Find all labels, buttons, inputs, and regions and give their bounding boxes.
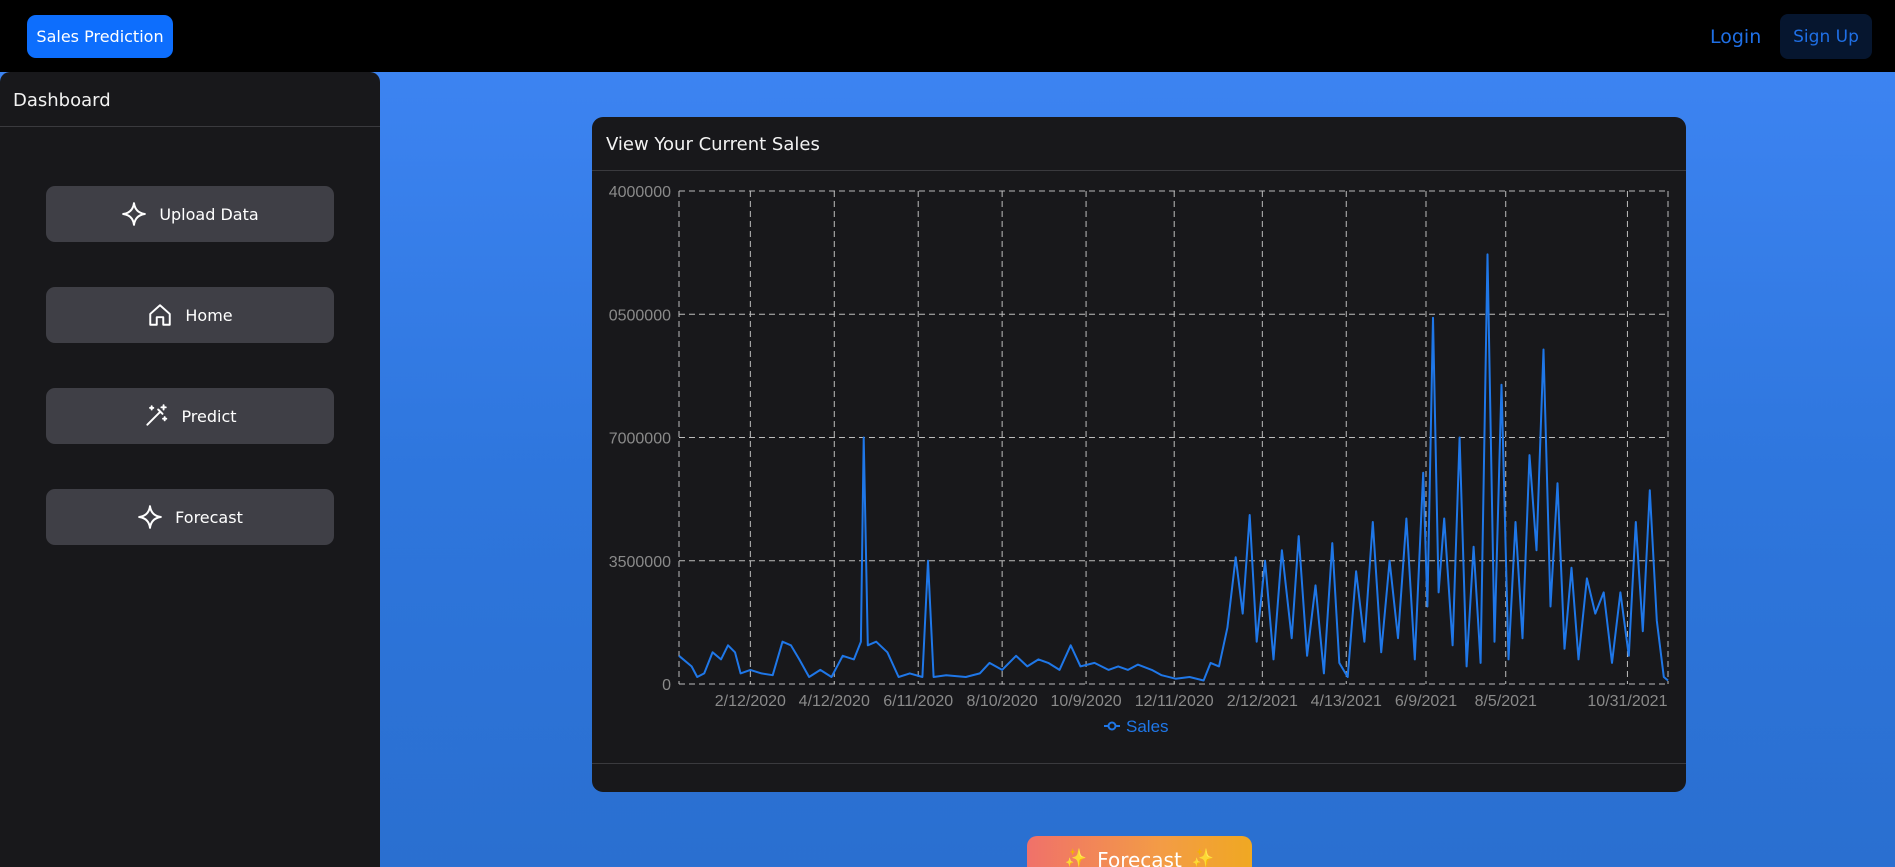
sparkles-icon: ✨: [1064, 848, 1088, 867]
predict-label: Predict: [181, 406, 237, 426]
home-button[interactable]: Home: [46, 287, 334, 343]
signup-button[interactable]: Sign Up: [1780, 14, 1872, 59]
y-tick-label: 3500000: [609, 554, 671, 571]
y-tick-label: 0: [662, 677, 671, 694]
predict-button[interactable]: Predict: [46, 388, 334, 444]
upload-data-button[interactable]: Upload Data: [46, 186, 334, 242]
x-tick-label: 4/13/2021: [1311, 693, 1382, 710]
y-tick-label: 0500000: [609, 307, 671, 324]
sales-chart-card: View Your Current Sales 0 3500000 7000000 0…: [592, 117, 1686, 792]
brand-button[interactable]: Sales Prediction: [27, 15, 173, 58]
sparkle-icon: [138, 505, 162, 529]
x-tick-label: 2/12/2020: [715, 693, 786, 710]
forecast-button-label: Forecast: [1097, 848, 1182, 867]
card-footer-divider: [592, 763, 1686, 764]
x-tick-label: 6/9/2021: [1395, 693, 1457, 710]
forecast-button[interactable]: ✨ Forecast ✨: [1027, 836, 1252, 867]
legend-swatch-marker: [1107, 721, 1117, 731]
upload-data-label: Upload Data: [159, 204, 259, 224]
x-tick-label: 8/5/2021: [1475, 693, 1537, 710]
home-icon: [149, 304, 172, 326]
x-tick-label: 4/12/2020: [799, 693, 870, 710]
sparkles-icon: ✨: [1191, 848, 1215, 867]
x-tick-label: 6/11/2020: [883, 693, 953, 710]
sales-series-line: [678, 253, 1669, 682]
x-tick-label: 12/11/2020: [1135, 693, 1214, 710]
sparkle-icon: [122, 202, 147, 226]
sidebar-title: Dashboard: [13, 90, 111, 111]
magic-wand-icon: [146, 404, 168, 426]
sidebar: Dashboard Upload Data Home Predict Forec…: [0, 72, 380, 867]
forecast-nav-button[interactable]: Forecast: [46, 489, 334, 545]
top-navbar: Sales Prediction Login Sign Up: [0, 0, 1895, 72]
home-label: Home: [185, 305, 233, 325]
login-link[interactable]: Login: [1710, 26, 1761, 48]
x-tick-label: 10/31/2021: [1587, 693, 1667, 710]
y-tick-label: 7000000: [609, 431, 671, 448]
forecast-nav-label: Forecast: [175, 507, 243, 527]
x-tick-label: 2/12/2021: [1227, 693, 1298, 710]
y-tick-label: 4000000: [609, 184, 671, 201]
legend-label: Sales: [1126, 717, 1169, 736]
x-tick-label: 10/9/2020: [1050, 693, 1121, 710]
sales-line-chart: 0 3500000 7000000 0500000 4000000 2/12/2020 4/…: [609, 184, 1669, 736]
x-tick-label: 8/10/2020: [967, 693, 1038, 710]
sidebar-divider: [0, 126, 380, 127]
